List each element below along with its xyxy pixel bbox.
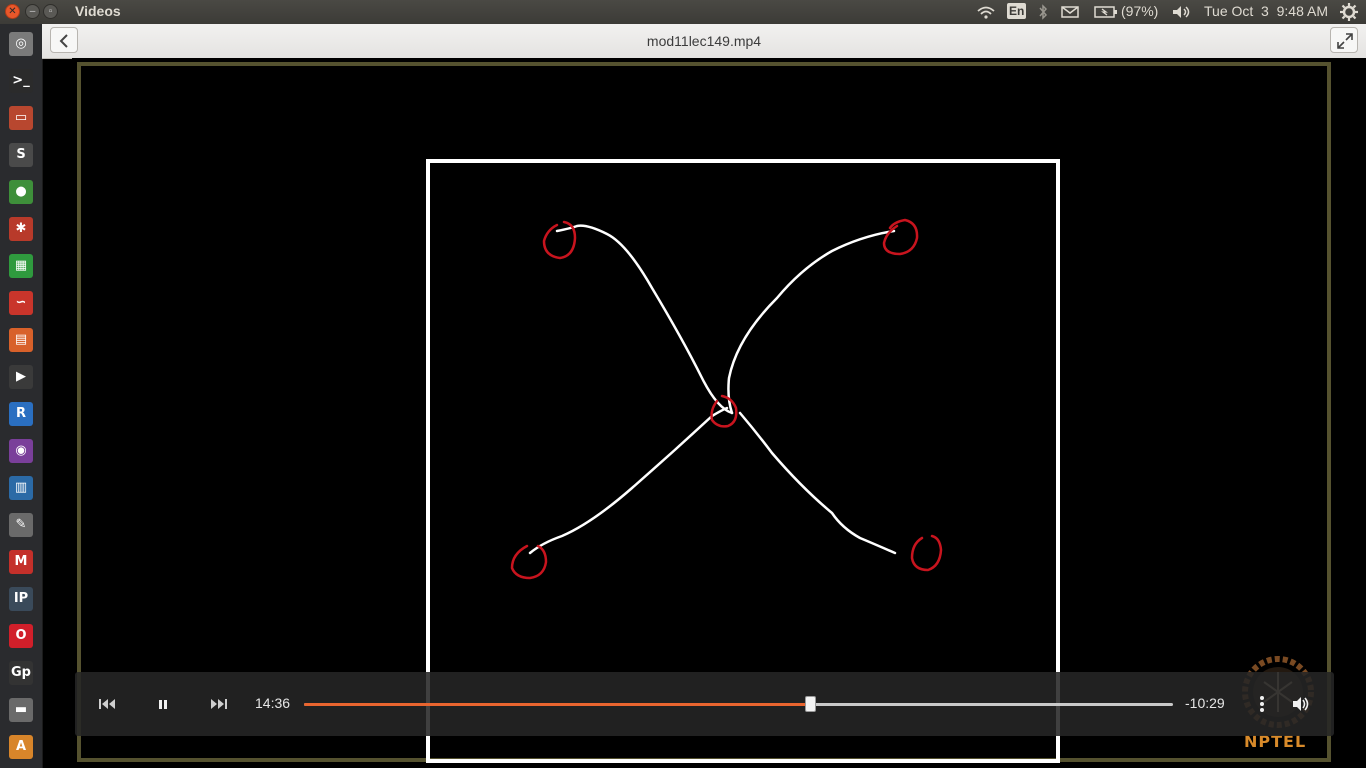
launcher-item[interactable]: ▦ [5, 250, 37, 282]
launcher-item[interactable]: ∽ [5, 287, 37, 319]
evince-icon: ∽ [9, 291, 33, 315]
pause-icon[interactable] [149, 690, 177, 718]
playback-controls: 14:36 -10:29 [75, 672, 1334, 736]
archive-manager-icon: ▭ [9, 106, 33, 130]
launcher-item[interactable]: S [5, 139, 37, 171]
launcher-item[interactable]: A [5, 731, 37, 763]
r-language-icon: R [9, 402, 33, 426]
launcher-item[interactable]: ▶ [5, 361, 37, 393]
wifi-icon[interactable] [976, 5, 996, 19]
opera-icon: O [9, 624, 33, 648]
launcher-item[interactable]: ▭ [5, 102, 37, 134]
launcher-item[interactable]: IP [5, 583, 37, 615]
launcher-item[interactable]: >_ [5, 65, 37, 97]
mail-icon[interactable] [1061, 6, 1079, 18]
launcher-item[interactable]: ◉ [5, 435, 37, 467]
presentation-icon: ▤ [9, 328, 33, 352]
lecture-drawing [426, 159, 1060, 763]
sublime-text-icon: S [9, 143, 33, 167]
curve-bottom-right [738, 411, 897, 555]
unity-tweak-icon: ✱ [9, 217, 33, 241]
disk-icon: ▬ [9, 698, 33, 722]
chrome-icon: ● [9, 180, 33, 204]
close-icon: ✕ [8, 6, 17, 17]
time-remaining: -10:29 [1185, 695, 1225, 711]
gmail-icon: M [9, 550, 33, 574]
app-title: Videos [75, 3, 121, 19]
red-circle-bottom-left [510, 544, 548, 580]
text-editor-icon: ✎ [9, 513, 33, 537]
launcher-item[interactable]: ▬ [5, 694, 37, 726]
writer-icon: ▥ [9, 476, 33, 500]
red-circle-top-right [882, 218, 919, 256]
video-title: mod11lec149.mp4 [646, 33, 762, 49]
launcher-item[interactable]: O [5, 620, 37, 652]
curve-top-right [727, 229, 896, 415]
spreadsheet-icon: ▦ [9, 254, 33, 278]
dash-icon: ◎ [9, 32, 33, 56]
skip-forward-icon[interactable] [205, 690, 233, 718]
launcher-item[interactable]: R [5, 398, 37, 430]
media-icon: ◉ [9, 439, 33, 463]
minimize-window-button[interactable]: – [25, 4, 40, 19]
fullscreen-icon [1337, 33, 1353, 49]
gp-icon: Gp [9, 661, 33, 685]
clock[interactable]: Tue Oct 3 9:48 AM [1204, 3, 1328, 19]
software-center-icon: A [9, 735, 33, 759]
terminal-icon: >_ [9, 69, 33, 93]
launcher: ◎>_▭S●✱▦∽▤▶R◉▥✎MIPOGp▬A▤ [0, 24, 43, 768]
bluetooth-icon[interactable] [1037, 4, 1049, 20]
video-player-icon: ▶ [9, 365, 33, 389]
volume-control-icon[interactable] [1287, 690, 1315, 718]
time-elapsed: 14:36 [255, 695, 291, 711]
menu-dots-icon[interactable] [1248, 690, 1276, 718]
settings-gear-icon[interactable] [1340, 3, 1358, 21]
red-circle-bottom-right [910, 534, 943, 572]
launcher-item[interactable]: ✱ [5, 213, 37, 245]
header-bar: mod11lec149.mp4 [42, 24, 1366, 59]
keyboard-layout-indicator[interactable]: En [1007, 3, 1027, 19]
minimize-icon: – [29, 6, 36, 17]
launcher-item[interactable]: ✎ [5, 509, 37, 541]
launcher-item[interactable]: ● [5, 176, 37, 208]
video-player[interactable]: NPTEL 14:36 -10:29 [72, 58, 1366, 768]
close-window-button[interactable]: ✕ [5, 4, 20, 19]
fullscreen-button[interactable] [1330, 27, 1358, 53]
launcher-item[interactable]: ▥ [5, 472, 37, 504]
maximize-icon: ▫ [48, 6, 53, 17]
battery-icon[interactable] [1094, 6, 1118, 18]
skip-back-icon[interactable] [93, 690, 121, 718]
volume-icon[interactable] [1172, 5, 1192, 19]
launcher-item[interactable]: Gp [5, 657, 37, 689]
top-panel: ✕ – ▫ Videos En (97%) Tue Oct 3 9:48 AM [0, 0, 1366, 24]
launcher-item[interactable]: ◎ [5, 28, 37, 60]
seek-progress-fill [304, 703, 810, 706]
launcher-item[interactable]: M [5, 546, 37, 578]
launcher-item[interactable]: ▤ [5, 324, 37, 356]
curve-top-left [555, 224, 734, 415]
curve-bottom-left [528, 406, 729, 555]
battery-percent: (97%) [1121, 3, 1159, 19]
seek-handle[interactable] [804, 696, 816, 712]
maximize-window-button[interactable]: ▫ [43, 4, 58, 19]
seek-bar[interactable] [304, 696, 1173, 712]
drawn-rectangle [426, 159, 1060, 763]
ipython-icon: IP [9, 587, 33, 611]
